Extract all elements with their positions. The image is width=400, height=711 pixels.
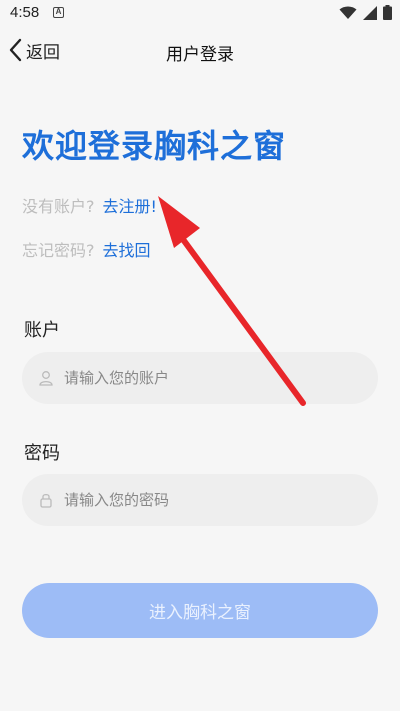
register-line: 没有账户? 去注册! — [22, 193, 157, 217]
user-icon — [39, 371, 53, 386]
login-button[interactable]: 进入胸科之窗 — [22, 583, 378, 638]
recover-prompt: 忘记密码? — [22, 241, 95, 260]
notification-badge-icon: A — [53, 7, 64, 18]
password-label: 密码 — [24, 443, 60, 464]
lock-icon — [40, 493, 52, 508]
account-field-container — [22, 352, 378, 404]
password-field-container — [22, 474, 378, 526]
recover-password-link[interactable]: 去找回 — [103, 237, 151, 261]
page-title: 用户登录 — [166, 45, 234, 65]
status-icons — [339, 5, 392, 20]
status-time: 4:58 — [10, 4, 40, 21]
password-input[interactable] — [64, 491, 344, 509]
register-prompt: 没有账户? — [22, 197, 95, 216]
welcome-heading: 欢迎登录胸科之窗 — [22, 127, 287, 165]
status-bar: 4:58 A — [0, 0, 400, 28]
recover-line: 忘记密码? 去找回 — [22, 237, 151, 261]
account-input[interactable] — [64, 369, 344, 387]
wifi-icon — [339, 6, 357, 19]
account-label: 账户 — [24, 320, 60, 341]
battery-icon — [383, 5, 392, 20]
nav-bar: 返回 用户登录 — [0, 28, 400, 74]
register-link[interactable]: 去注册! — [103, 193, 157, 217]
signal-icon — [363, 5, 377, 20]
